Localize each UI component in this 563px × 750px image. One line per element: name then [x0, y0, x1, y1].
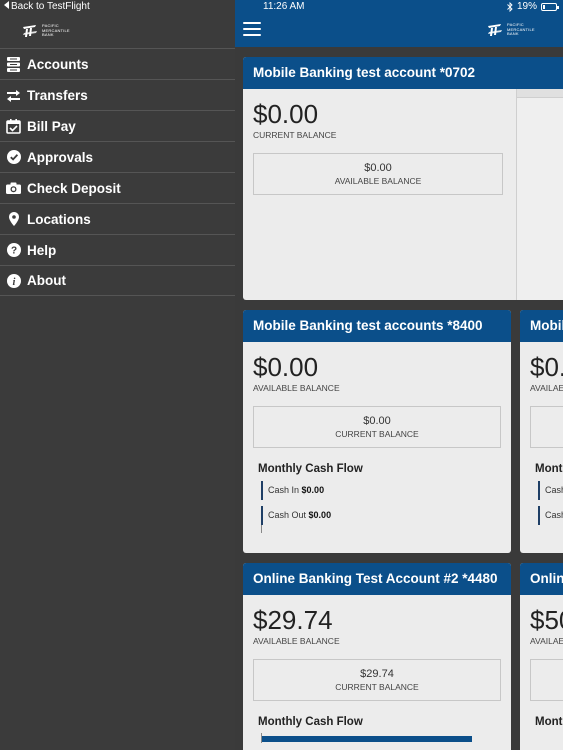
main-content: 11:26 AM 19% PACIFIC MERCANTILE BANK Mob…: [235, 0, 563, 750]
balance-amount-peek: $0.: [530, 352, 563, 382]
logo-wordmark: PACIFIC MERCANTILE BANK: [507, 23, 545, 37]
cash-flow-bar: [262, 736, 472, 742]
map-pin-icon: [6, 212, 21, 227]
menu-label: Approvals: [27, 149, 94, 165]
info-icon: i: [6, 273, 21, 288]
bank-logo-icon: [23, 25, 37, 37]
header-logo: PACIFIC MERCANTILE BANK: [487, 21, 545, 39]
cash-out-row: Cash Out $0.00: [261, 506, 511, 525]
menu-item-bill-pay[interactable]: Bill Pay: [0, 110, 235, 141]
menu-item-approvals[interactable]: Approvals: [0, 141, 235, 172]
help-icon: ?: [6, 243, 21, 258]
menu-item-transfers[interactable]: Transfers: [0, 79, 235, 110]
sidebar: Back to TestFlight PACIFIC MERCANTILE BA…: [0, 0, 235, 750]
menu-toggle-icon[interactable]: [243, 22, 261, 36]
secondary-balance-box: $0.00 AVAILABLE BALANCE: [253, 153, 503, 195]
accounts-icon: [6, 56, 21, 72]
cash-in-row: Cash In $0.00: [261, 481, 511, 500]
menu-label: Accounts: [27, 56, 89, 72]
cash-out-label-peek: Cash: [545, 510, 563, 520]
secondary-balance-box: $29.74 CURRENT BALANCE: [253, 659, 501, 701]
balance-label: CURRENT BALANCE: [253, 130, 337, 140]
menu-item-accounts[interactable]: Accounts: [0, 48, 235, 79]
secondary-balance-amount: $29.74: [360, 668, 394, 680]
top-bar: 11:26 AM 19% PACIFIC MERCANTILE BANK: [235, 0, 563, 47]
secondary-balance-label: CURRENT BALANCE: [335, 682, 419, 692]
account-title: Online Banking Test Account #2 *4480: [243, 563, 511, 595]
balance-label: AVAILABLE BALANCE: [253, 636, 340, 646]
menu-label: Transfers: [27, 87, 88, 103]
balance-label: AVAILABLE BALANCE: [253, 383, 340, 393]
cash-out-value: $0.00: [308, 510, 332, 520]
cash-flow-title-peek: Mont: [535, 716, 563, 728]
account-card[interactable]: Mobile Banking test accounts *8400 $0.00…: [243, 310, 511, 553]
menu-label: Check Deposit: [27, 180, 121, 196]
sidebar-logo: PACIFIC MERCANTILE BANK: [22, 22, 80, 40]
menu-label: Bill Pay: [27, 118, 76, 134]
secondary-balance-box-peek: [530, 659, 563, 701]
cash-flow-axis: [261, 525, 511, 533]
check-circle-icon: [6, 150, 21, 165]
transfers-icon: [6, 88, 21, 103]
balance-label-peek: AVAILAE: [530, 383, 563, 393]
calendar-check-icon: [6, 118, 21, 134]
battery-icon: [541, 3, 559, 11]
cash-in-value: $0.00: [301, 485, 325, 495]
cash-in-label: Cash In: [268, 485, 300, 495]
svg-text:i: i: [12, 277, 15, 288]
secondary-balance-label: CURRENT BALANCE: [335, 429, 419, 439]
balance-amount-peek: $50: [530, 605, 563, 635]
secondary-balance-amount: $0.00: [364, 162, 392, 174]
back-label: Back to TestFlight: [11, 1, 90, 12]
balance-amount: $29.74: [253, 605, 333, 635]
account-card[interactable]: Mobile Banking test account *0702 $0.00 …: [243, 57, 563, 300]
account-title: Mobile Banking test account *0702: [243, 57, 563, 89]
back-arrow-icon: [4, 1, 9, 9]
account-title-peek: Mobil: [520, 310, 563, 342]
cash-flow-bar-area: [261, 733, 511, 743]
cash-in-row-peek: Cash: [538, 481, 563, 500]
menu-item-about[interactable]: i About: [0, 265, 235, 296]
cash-in-label-peek: Cash: [545, 485, 563, 495]
logo-line: BANK: [507, 31, 519, 37]
secondary-balance-box: $0.00 CURRENT BALANCE: [253, 406, 501, 448]
logo-line: BANK: [42, 32, 54, 38]
side-menu: Accounts Transfers Bill Pay Approvals Ch…: [0, 48, 235, 296]
svg-text:?: ?: [10, 246, 16, 257]
account-card-peek[interactable]: Mobil $0. AVAILAE Mont Cash Cash: [520, 310, 563, 553]
secondary-balance-label: AVAILABLE BALANCE: [334, 176, 422, 186]
bank-logo-icon: [488, 24, 502, 36]
account-title-peek: Onlin: [520, 563, 563, 595]
account-title: Mobile Banking test accounts *8400: [243, 310, 511, 342]
cash-out-row-peek: Cash: [538, 506, 563, 525]
menu-item-help[interactable]: ? Help: [0, 234, 235, 265]
balance-amount: $0.00: [253, 352, 319, 382]
account-card-peek[interactable]: Onlin $50 AVAILAE Mont: [520, 563, 563, 750]
logo-wordmark: PACIFIC MERCANTILE BANK: [42, 24, 80, 38]
status-time: 11:26 AM: [263, 1, 305, 12]
cash-flow-title: Monthly Cash Flow: [258, 716, 363, 728]
menu-item-check-deposit[interactable]: Check Deposit: [0, 172, 235, 203]
cash-flow-title-peek: Mont: [535, 463, 563, 475]
account-card[interactable]: Online Banking Test Account #2 *4480 $29…: [243, 563, 511, 750]
status-indicators: 19%: [507, 0, 559, 14]
secondary-balance-amount: $0.00: [363, 415, 391, 427]
secondary-balance-box-peek: [530, 406, 563, 448]
menu-label: Locations: [27, 211, 91, 227]
card-side-panel: [516, 89, 563, 300]
cash-out-label: Cash Out: [268, 510, 307, 520]
battery-percent: 19%: [516, 1, 537, 12]
back-to-testflight[interactable]: Back to TestFlight: [0, 0, 235, 14]
balance-label-peek: AVAILAE: [530, 636, 563, 646]
camera-icon: [6, 181, 21, 196]
menu-label: Help: [27, 242, 57, 258]
cash-flow-title: Monthly Cash Flow: [258, 463, 363, 475]
balance-amount: $0.00: [253, 99, 319, 129]
menu-item-locations[interactable]: Locations: [0, 203, 235, 234]
menu-label: About: [27, 273, 66, 288]
bluetooth-icon: [507, 2, 513, 12]
